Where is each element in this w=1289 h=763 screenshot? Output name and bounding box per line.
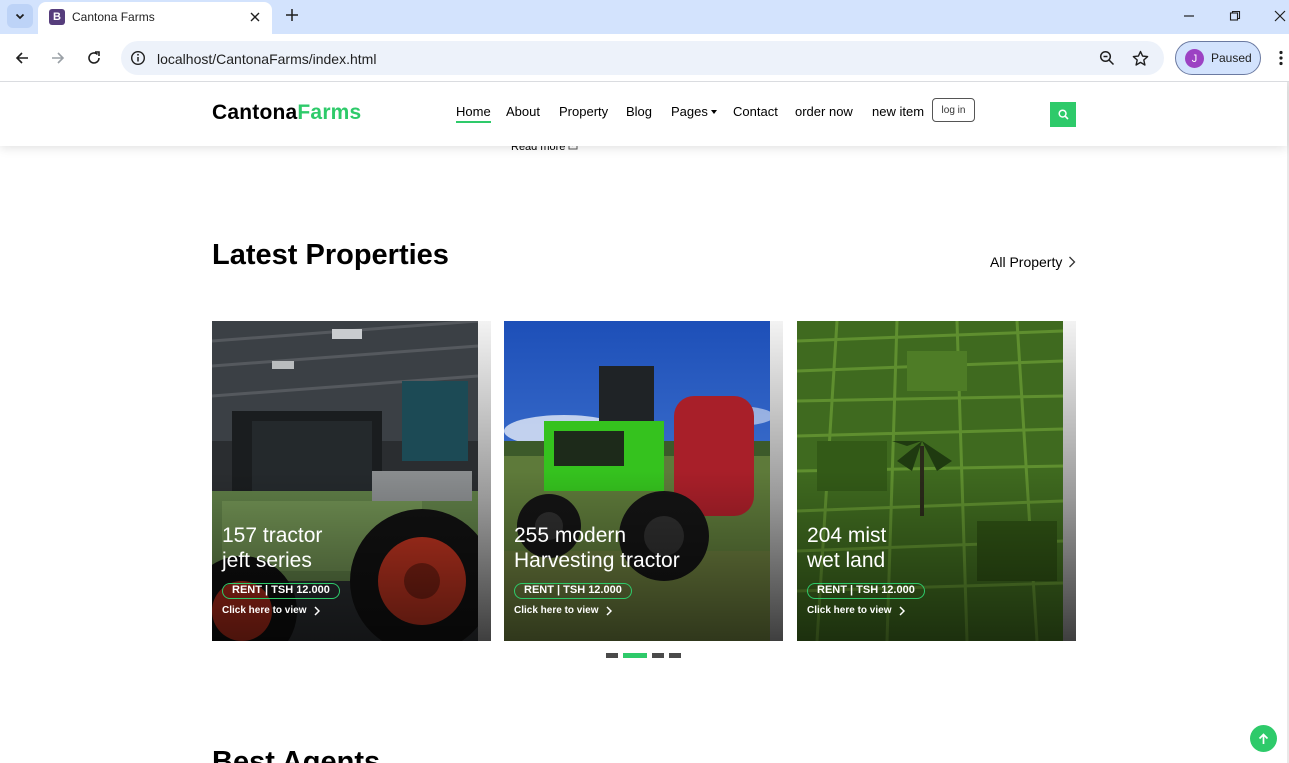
chevron-down-icon <box>15 13 25 20</box>
carousel-dot[interactable] <box>652 653 664 658</box>
card-title: 255 modern Harvesting tractor <box>514 523 680 573</box>
chevron-right-icon <box>1069 256 1076 268</box>
price-badge: RENT | TSH 12.000 <box>514 583 632 599</box>
nav-link-contact[interactable]: Contact <box>733 104 778 119</box>
chevron-right-icon <box>606 605 613 616</box>
card-title-line2: wet land <box>807 549 886 572</box>
card-title-line1: 157 tractor <box>222 524 323 547</box>
section-title-latest-properties: Latest Properties <box>212 239 449 271</box>
card-title-line2: Harvesting tractor <box>514 549 680 572</box>
window-close-button[interactable] <box>1269 5 1289 27</box>
new-tab-button[interactable] <box>282 5 302 25</box>
search-button[interactable] <box>1050 102 1076 127</box>
card-view-label: Click here to view <box>807 605 892 616</box>
card-edge-gradient <box>770 321 783 641</box>
nav-link-property[interactable]: Property <box>559 104 608 119</box>
minimize-button[interactable] <box>1178 5 1200 27</box>
chevron-right-icon <box>314 605 321 616</box>
all-property-label: All Property <box>990 254 1063 270</box>
nav-link-order-now[interactable]: order now <box>795 104 853 119</box>
close-icon <box>250 12 260 22</box>
back-button[interactable] <box>11 47 33 69</box>
restore-icon <box>1229 10 1241 21</box>
carousel-pagination <box>606 653 681 658</box>
card-view-label: Click here to view <box>222 605 307 616</box>
plus-icon <box>286 9 298 21</box>
caret-down-icon <box>710 110 717 114</box>
browser-tab-strip: B Cantona Farms <box>0 0 1289 34</box>
bootstrap-favicon-icon: B <box>49 9 65 25</box>
card-edge-gradient <box>1063 321 1076 641</box>
card-title-line1: 204 mist <box>807 524 887 547</box>
browser-tab[interactable]: B Cantona Farms <box>38 2 272 34</box>
back-to-top-button[interactable] <box>1250 725 1277 752</box>
carousel-dot[interactable] <box>669 653 681 658</box>
minimize-icon <box>1184 15 1194 17</box>
nav-link-blog[interactable]: Blog <box>626 104 652 119</box>
site-navbar: CantonaFarms Home About Property Blog Pa… <box>0 82 1287 146</box>
site-logo[interactable]: CantonaFarms <box>212 101 361 125</box>
avatar: J <box>1185 49 1204 68</box>
star-icon <box>1132 50 1148 66</box>
card-view-link[interactable]: Click here to view <box>807 605 906 616</box>
card-title-line1: 255 modern <box>514 524 627 547</box>
back-arrow-icon <box>15 52 28 64</box>
page-viewport: CantonaFarms Home About Property Blog Pa… <box>0 82 1289 763</box>
address-bar[interactable]: localhost/CantonaFarms/index.html <box>121 41 1164 75</box>
reload-icon <box>88 51 100 64</box>
zoom-icon <box>1099 50 1115 66</box>
card-view-link[interactable]: Click here to view <box>514 605 613 616</box>
browser-menu-button[interactable] <box>1272 47 1289 69</box>
info-icon[interactable] <box>130 50 146 66</box>
tab-title: Cantona Farms <box>72 10 155 24</box>
carousel-dot-active[interactable] <box>623 653 647 658</box>
restore-button[interactable] <box>1224 5 1246 27</box>
url-text[interactable]: localhost/CantonaFarms/index.html <box>157 51 376 67</box>
brand-name-part1: Cantona <box>212 101 298 124</box>
profile-button[interactable]: J Paused <box>1175 41 1261 75</box>
tab-close-button[interactable] <box>246 8 264 26</box>
zoom-button[interactable] <box>1098 49 1116 67</box>
carousel-dot[interactable] <box>606 653 618 658</box>
price-badge: RENT | TSH 12.000 <box>807 583 925 599</box>
card-view-label: Click here to view <box>514 605 599 616</box>
nav-link-about[interactable]: About <box>506 104 540 119</box>
card-view-link[interactable]: Click here to view <box>222 605 321 616</box>
nav-pages-label: Pages <box>671 104 708 119</box>
forward-arrow-icon <box>52 52 65 64</box>
login-button[interactable]: log in <box>932 98 975 122</box>
card-title: 157 tractor jeft series <box>222 523 322 573</box>
card-edge-gradient <box>478 321 491 641</box>
section-title-best-agents: Best Agents <box>212 746 381 763</box>
more-vertical-icon <box>1279 50 1283 66</box>
reload-button[interactable] <box>83 47 105 69</box>
forward-button[interactable] <box>47 47 69 69</box>
browser-toolbar: localhost/CantonaFarms/index.html J Paus… <box>0 34 1289 82</box>
profile-status-label: Paused <box>1211 51 1252 65</box>
window-close-icon <box>1274 10 1286 22</box>
tab-list-button[interactable] <box>7 4 33 28</box>
card-title-line2: jeft series <box>222 549 312 572</box>
property-card[interactable]: 157 tractor jeft series RENT | TSH 12.000… <box>212 321 491 641</box>
property-card[interactable]: 204 mist wet land RENT | TSH 12.000 Click… <box>797 321 1076 641</box>
bookmark-button[interactable] <box>1131 49 1149 67</box>
chevron-right-icon <box>899 605 906 616</box>
brand-name-part2: Farms <box>297 101 362 124</box>
nav-link-new-item[interactable]: new item <box>872 104 924 119</box>
all-property-link[interactable]: All Property <box>990 254 1076 270</box>
arrow-up-icon <box>1258 732 1269 744</box>
search-icon <box>1057 109 1069 120</box>
nav-dropdown-pages[interactable]: Pages <box>671 104 717 119</box>
nav-link-home[interactable]: Home <box>456 104 491 123</box>
property-card[interactable]: 255 modern Harvesting tractor RENT | TSH … <box>504 321 783 641</box>
price-badge: RENT | TSH 12.000 <box>222 583 340 599</box>
card-title: 204 mist wet land <box>807 523 886 573</box>
